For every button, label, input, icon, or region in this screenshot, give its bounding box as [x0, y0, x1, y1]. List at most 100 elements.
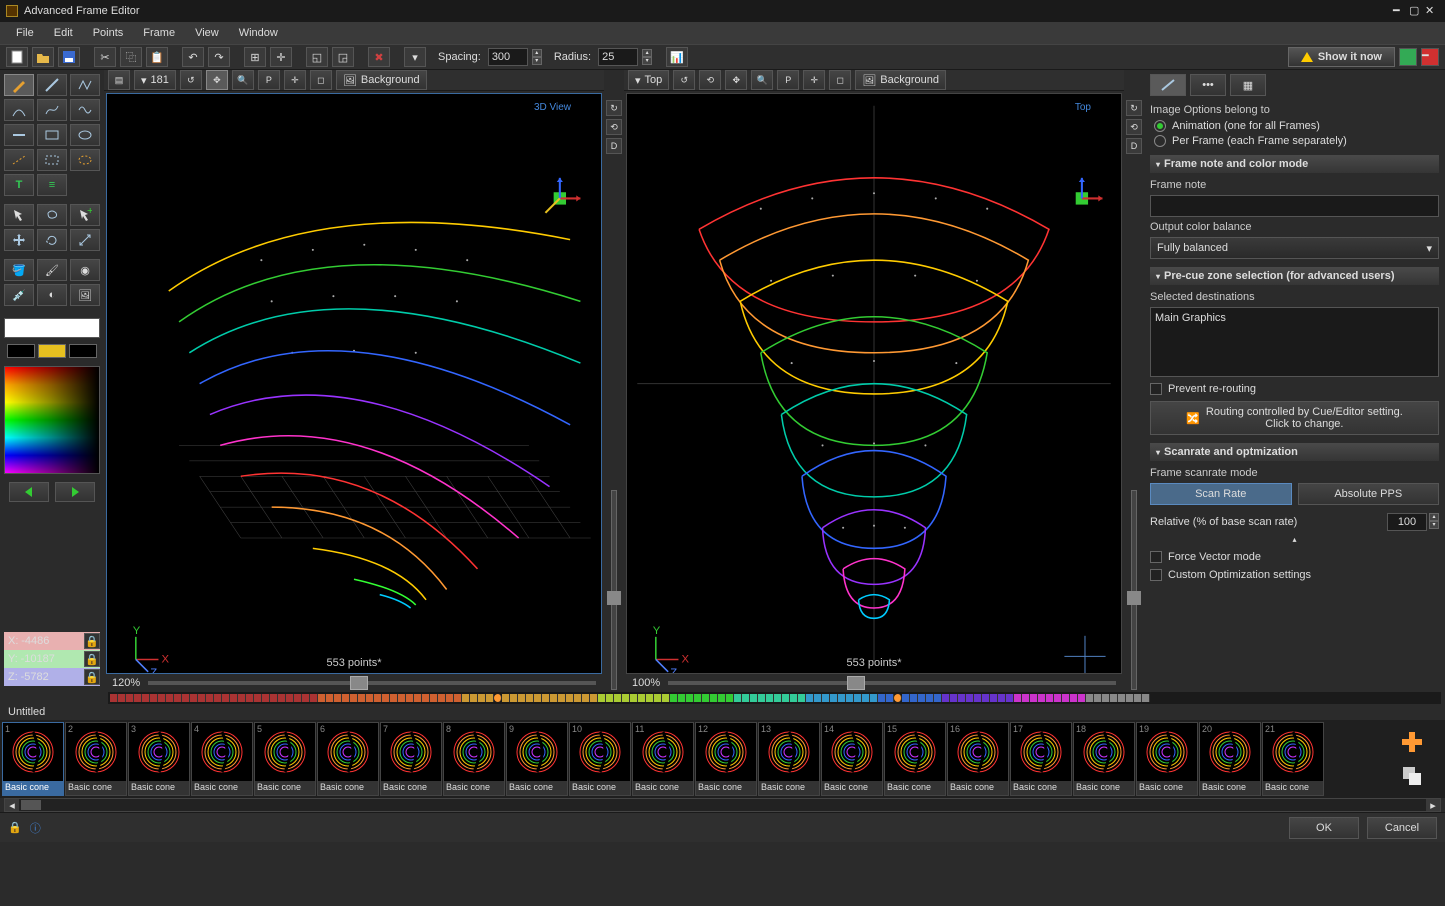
- spacing-down[interactable]: ▾: [532, 57, 542, 65]
- save-button[interactable]: [58, 47, 80, 67]
- eyedrop-tool[interactable]: 💉: [4, 284, 34, 306]
- align-tool[interactable]: ≡: [37, 174, 67, 196]
- tab-preview[interactable]: ▦: [1230, 74, 1266, 96]
- vp-cross-button[interactable]: ✛: [284, 70, 306, 90]
- scroll-right-button[interactable]: ▸: [1426, 799, 1440, 811]
- menu-file[interactable]: File: [8, 24, 42, 42]
- frame-thumb[interactable]: 12 Basic cone: [695, 722, 757, 796]
- vp-zoom-button-r[interactable]: 🔍: [751, 70, 773, 90]
- vp-cross-button-r[interactable]: ✛: [803, 70, 825, 90]
- vp-pan-button[interactable]: ✥: [206, 70, 228, 90]
- transform-b-button[interactable]: ◲: [332, 47, 354, 67]
- spacing-up[interactable]: ▴: [532, 49, 542, 57]
- show-it-now-button[interactable]: Show it now: [1288, 47, 1395, 67]
- preview-stop-button[interactable]: ━: [1421, 48, 1439, 66]
- viewport-top[interactable]: X Y Z Top 553 points*: [626, 93, 1122, 674]
- spray-tool[interactable]: ◉: [70, 259, 100, 281]
- side-rotate2-right[interactable]: ⟲: [1126, 119, 1142, 135]
- dashed-rect-tool[interactable]: [37, 149, 67, 171]
- frame-thumb[interactable]: 2 Basic cone: [65, 722, 127, 796]
- vp-view-dropdown[interactable]: ▾Top: [628, 70, 669, 90]
- menu-frame[interactable]: Frame: [135, 24, 183, 42]
- scroll-left-button[interactable]: ◂: [5, 799, 19, 811]
- frame-thumb[interactable]: 19 Basic cone: [1136, 722, 1198, 796]
- option-button[interactable]: ▾: [404, 47, 426, 67]
- frame-thumb[interactable]: 17 Basic cone: [1010, 722, 1072, 796]
- vp-frame-dropdown[interactable]: ▾181: [134, 70, 176, 90]
- pencil-tool[interactable]: [4, 74, 34, 96]
- vp-p-button[interactable]: P: [258, 70, 280, 90]
- prev-color-button[interactable]: [9, 482, 49, 502]
- menu-window[interactable]: Window: [231, 24, 286, 42]
- vp-tool-a[interactable]: ▤: [108, 70, 130, 90]
- vp-reset-button-r[interactable]: ↺: [673, 70, 695, 90]
- lock-y-button[interactable]: 🔒: [84, 651, 100, 667]
- side-rotate2-left[interactable]: ⟲: [606, 119, 622, 135]
- frame-note-input[interactable]: [1150, 195, 1439, 217]
- side-d-left[interactable]: D: [606, 138, 622, 154]
- absolute-pps-button[interactable]: Absolute PPS: [1298, 483, 1440, 505]
- copy-button[interactable]: ⿻: [120, 47, 142, 67]
- paint-tool[interactable]: 🖌: [37, 259, 67, 281]
- radio-animation[interactable]: Animation (one for all Frames): [1154, 120, 1439, 132]
- add-frame-button[interactable]: [1394, 727, 1430, 757]
- lock-x-button[interactable]: 🔒: [84, 633, 100, 649]
- prevent-rerouting-checkbox[interactable]: Prevent re-routing: [1150, 383, 1439, 395]
- undo-button[interactable]: ↶: [182, 47, 204, 67]
- side-d-right[interactable]: D: [1126, 138, 1142, 154]
- zoom-slider-right[interactable]: [668, 681, 1116, 685]
- vp-p-button-r[interactable]: P: [777, 70, 799, 90]
- ok-button[interactable]: OK: [1289, 817, 1359, 839]
- vp-crop-button-r[interactable]: ◻: [829, 70, 851, 90]
- spline-tool[interactable]: [70, 99, 100, 121]
- frame-thumb[interactable]: 6 Basic cone: [317, 722, 379, 796]
- force-vector-checkbox[interactable]: Force Vector mode: [1150, 551, 1439, 563]
- frame-thumb[interactable]: 21 Basic cone: [1262, 722, 1324, 796]
- bucket-tool[interactable]: 🪣: [4, 259, 34, 281]
- preview-a-button[interactable]: [1399, 48, 1417, 66]
- menu-edit[interactable]: Edit: [46, 24, 81, 42]
- ellipse-tool[interactable]: [70, 124, 100, 146]
- next-color-button[interactable]: [55, 482, 95, 502]
- frame-thumb[interactable]: 14 Basic cone: [821, 722, 883, 796]
- frame-thumb[interactable]: 20 Basic cone: [1199, 722, 1261, 796]
- close-icon[interactable]: ✕: [1425, 4, 1439, 18]
- section-precue[interactable]: ▾Pre-cue zone selection (for advanced us…: [1150, 267, 1439, 285]
- radio-per-frame[interactable]: Per Frame (each Frame separately): [1154, 135, 1439, 147]
- snap-grid-button[interactable]: ⊞: [244, 47, 266, 67]
- curve-tool[interactable]: [37, 99, 67, 121]
- frame-thumb[interactable]: 16 Basic cone: [947, 722, 1009, 796]
- delete-button[interactable]: ✖: [368, 47, 390, 67]
- vertical-slider-left[interactable]: [611, 490, 617, 690]
- transform-a-button[interactable]: ◱: [306, 47, 328, 67]
- text-tool[interactable]: T: [4, 174, 34, 196]
- vp-crop-button[interactable]: ◻: [310, 70, 332, 90]
- maximize-icon[interactable]: ▢: [1409, 4, 1423, 18]
- output-balance-select[interactable]: Fully balanced▾: [1150, 237, 1439, 259]
- destinations-list[interactable]: Main Graphics: [1150, 307, 1439, 377]
- line-tool[interactable]: [37, 74, 67, 96]
- rectangle-tool[interactable]: [37, 124, 67, 146]
- cut-button[interactable]: ✂: [94, 47, 116, 67]
- open-file-button[interactable]: [32, 47, 54, 67]
- image-tool[interactable]: 🖼: [70, 284, 100, 306]
- frame-thumb[interactable]: 7 Basic cone: [380, 722, 442, 796]
- scale-tool[interactable]: [70, 229, 100, 251]
- vp-reset-button[interactable]: ↺: [180, 70, 202, 90]
- chart-button[interactable]: 📊: [666, 47, 688, 67]
- timeline-ticks[interactable]: [108, 692, 1441, 704]
- tab-points[interactable]: •••: [1190, 74, 1226, 96]
- section-frame-note[interactable]: ▾Frame note and color mode: [1150, 155, 1439, 173]
- frame-thumb[interactable]: 15 Basic cone: [884, 722, 946, 796]
- menu-points[interactable]: Points: [85, 24, 132, 42]
- relative-up[interactable]: ▴: [1429, 513, 1439, 521]
- dashed-ellipse-tool[interactable]: [70, 149, 100, 171]
- minimize-icon[interactable]: ━: [1393, 4, 1407, 18]
- radius-input[interactable]: [598, 48, 638, 66]
- select-tool[interactable]: [4, 204, 34, 226]
- frame-thumb[interactable]: 9 Basic cone: [506, 722, 568, 796]
- vp-background-dropdown-r[interactable]: 🖼Background: [855, 70, 946, 90]
- frame-thumb[interactable]: 13 Basic cone: [758, 722, 820, 796]
- frame-thumb[interactable]: 10 Basic cone: [569, 722, 631, 796]
- zoom-slider-left[interactable]: [148, 681, 596, 685]
